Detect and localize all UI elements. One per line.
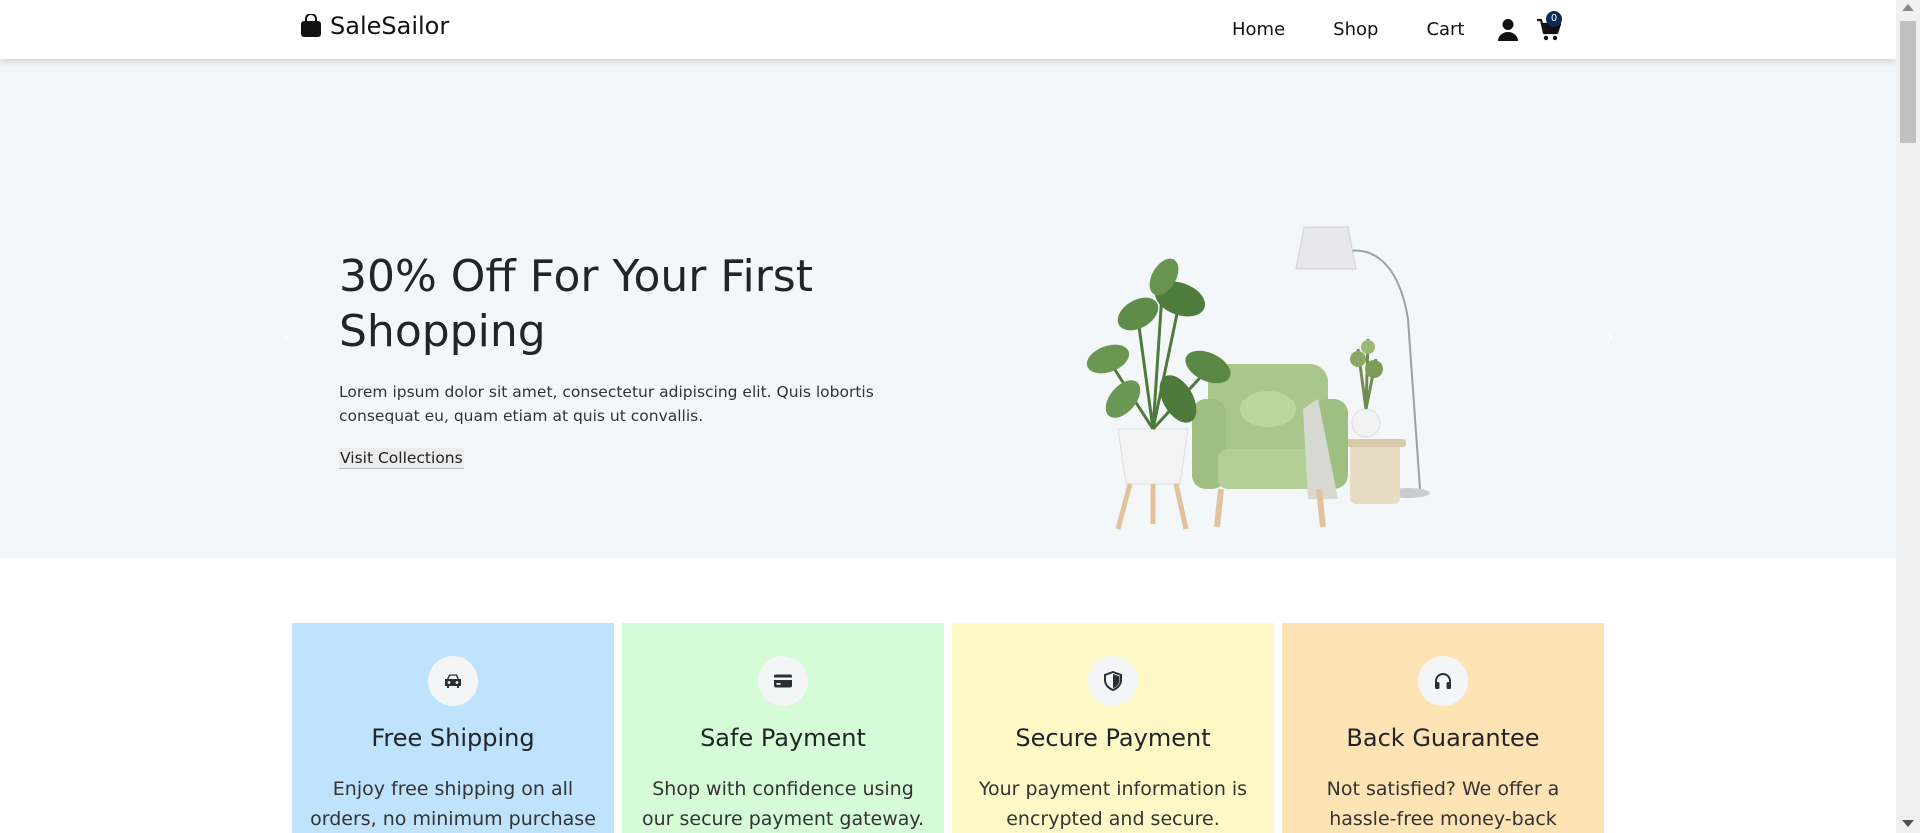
feature-title: Back Guarantee [1346,724,1540,752]
feature-icon-wrap [428,656,478,706]
feature-title: Secure Payment [1015,724,1211,752]
user-icon[interactable] [1497,18,1519,42]
cart-count-badge: 0 [1546,11,1562,27]
visit-collections-link[interactable]: Visit Collections [339,448,464,469]
feature-description: Shop with confidence using our secure pa… [642,778,924,830]
credit-card-icon [774,674,792,688]
feature-card-secure-payment: Secure Payment Your payment information … [952,623,1274,833]
scroll-up-arrow-icon[interactable] [1902,4,1914,11]
feature-card-free-shipping: Free Shipping Enjoy free shipping on all… [292,623,614,833]
nav-link-shop[interactable]: Shop [1333,19,1378,40]
feature-description: Your payment information is encrypted an… [978,778,1248,830]
car-icon [445,674,461,688]
headphones-icon [1435,673,1451,689]
brand-name: SaleSailor [330,12,450,40]
brand-logo[interactable]: SaleSailor [300,12,449,40]
feature-description: Enjoy free shipping on all orders, no mi… [310,778,596,830]
shopping-bag-icon [301,14,321,37]
hero-description: Lorem ipsum dolor sit amet, consectetur … [339,383,874,425]
feature-title: Safe Payment [700,724,866,752]
page: SaleSailor Home Shop Cart 0 ‹ › 30% Off … [0,0,1896,833]
chevron-left-icon[interactable]: ‹ [277,328,297,348]
feature-card-safe-payment: Safe Payment Shop with confidence using … [622,623,944,833]
feature-card-back-guarantee: Back Guarantee Not satisfied? We offer a… [1282,623,1604,833]
scrollbar-thumb[interactable] [1900,21,1916,143]
shield-icon [1104,671,1122,691]
feature-title: Free Shipping [371,724,535,752]
hero-image [1086,226,1430,530]
feature-icon-wrap [1088,656,1138,706]
hero-title: 30% Off For Your First Shopping [339,251,813,357]
hero-carousel: ‹ › 30% Off For Your First Shopping Lore… [0,59,1896,558]
chevron-right-icon[interactable]: › [1600,328,1620,348]
feature-icon-wrap [1418,656,1468,706]
feature-icon-wrap [758,656,808,706]
nav-links: Home Shop Cart [1232,19,1465,40]
scroll-down-arrow-icon[interactable] [1902,820,1914,827]
navbar: SaleSailor Home Shop Cart 0 [0,0,1896,59]
vertical-scrollbar[interactable] [1896,0,1920,833]
features-section: Free Shipping Enjoy free shipping on all… [292,623,1604,833]
nav-link-home[interactable]: Home [1232,19,1285,40]
nav-link-cart[interactable]: Cart [1426,19,1464,40]
feature-description: Not satisfied? We offer a hassle-free mo… [1326,778,1560,830]
